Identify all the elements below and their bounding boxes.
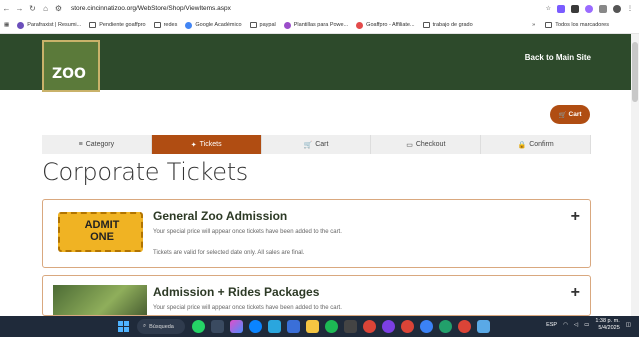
page-title: Corporate Tickets	[42, 158, 249, 186]
all-bookmarks-item[interactable]: Todos los marcadores	[545, 22, 609, 28]
lock-icon: 🔒	[517, 141, 527, 149]
bookmark-item[interactable]: paypal	[249, 22, 276, 28]
site-header: ZOO Back to Main Site	[0, 34, 631, 92]
bookmark-item[interactable]: Plantillas para Powe...	[283, 21, 348, 29]
bookmark-favicon-icon	[185, 21, 193, 29]
url-field[interactable]: store.cincinnatizoo.org/WebStore/Shop/Vi…	[71, 5, 231, 12]
folder-icon	[153, 22, 161, 28]
folder-icon	[422, 22, 430, 28]
windows-taskbar: ⌕ Búsqueda ESP ◠ ◁ ▭ 1:38 p. m. 5/4/2025…	[0, 316, 639, 337]
product-title[interactable]: Admission + Rides Packages	[153, 285, 319, 299]
extensions-puzzle-icon[interactable]	[599, 4, 607, 13]
back-to-main-site-link[interactable]: Back to Main Site	[525, 53, 591, 62]
bookmark-favicon-icon	[17, 21, 25, 29]
language-indicator[interactable]: ESP	[546, 322, 557, 328]
zoo-logo[interactable]: ZOO	[42, 40, 100, 92]
edge-icon[interactable]	[249, 320, 262, 333]
cart-button-label: Cart	[568, 111, 582, 118]
forward-arrow-icon[interactable]: →	[13, 4, 26, 13]
chrome-profile-icon[interactable]	[439, 320, 452, 333]
card-icon: ▭	[406, 141, 413, 149]
bookmark-item[interactable]: Pendiente goaffpro	[89, 22, 146, 28]
word-icon[interactable]	[287, 320, 300, 333]
folder-icon	[545, 22, 553, 28]
apps-grid-icon[interactable]: ▦	[4, 22, 9, 28]
chrome-profile-icon[interactable]	[382, 320, 395, 333]
admit-one-ticket-image: ADMIT ONE	[58, 212, 143, 252]
bookmark-item[interactable]: trabajo de grado	[422, 22, 473, 28]
extension-icon[interactable]	[571, 4, 579, 13]
chrome-icon[interactable]	[458, 320, 471, 333]
system-tray: ESP ◠ ◁ ▭ 1:38 p. m. 5/4/2025 ◫	[546, 318, 631, 332]
chrome-profile-icon[interactable]	[420, 320, 433, 333]
clock[interactable]: 1:38 p. m. 5/4/2025	[595, 318, 619, 332]
notifications-icon[interactable]: ◫	[626, 322, 631, 328]
extension-icon[interactable]	[557, 4, 565, 13]
expand-plus-icon[interactable]: +	[571, 208, 580, 226]
expand-plus-icon[interactable]: +	[571, 284, 580, 302]
bookmark-item[interactable]: Google Académico	[185, 21, 242, 29]
product-card-general-admission[interactable]: ADMIT ONE General Zoo Admission Your spe…	[42, 199, 591, 268]
extension-icon[interactable]	[585, 4, 593, 13]
task-view-icon[interactable]	[211, 320, 224, 333]
copilot-icon[interactable]	[230, 320, 243, 333]
reload-icon[interactable]: ↻	[26, 4, 39, 13]
product-card-admission-rides[interactable]: Admission + Rides Packages Your special …	[42, 275, 591, 316]
checkout-steps: ≡ Category ✦ Tickets 🛒 Cart ▭ Checkout 🔒 Conf…	[42, 135, 591, 154]
logo-text: ZOO	[52, 66, 86, 82]
folder-icon	[249, 22, 257, 28]
site-info-icon[interactable]: ⚙	[52, 4, 65, 13]
cart-button[interactable]: 🛒 Cart	[550, 105, 590, 124]
wifi-icon[interactable]: ◠	[563, 322, 568, 328]
bookmarks-bar: ▦ Parafraxist | Resumi... Pendiente goaf…	[0, 17, 639, 34]
browser-address-bar: ← → ↻ ⌂ ⚙ store.cincinnatizoo.org/WebSto…	[0, 0, 639, 17]
step-checkout[interactable]: ▭ Checkout	[371, 135, 482, 154]
step-category[interactable]: ≡ Category	[42, 135, 152, 154]
bookmark-favicon-icon	[356, 21, 364, 29]
ticket-image-text: ADMIT ONE	[84, 219, 120, 243]
cart-icon: 🛒	[558, 111, 567, 119]
menu-kebab-icon[interactable]: ⋮	[627, 5, 633, 12]
list-icon: ≡	[78, 141, 83, 148]
file-explorer-icon[interactable]	[306, 320, 319, 333]
product-price-note: Your special price will appear once tick…	[153, 305, 342, 311]
bookmark-item[interactable]: Parafraxist | Resumi...	[17, 21, 81, 29]
bookmark-item[interactable]: Goaffpro - Affiliate...	[356, 21, 415, 29]
product-price-note: Your special price will appear once tick…	[153, 229, 342, 235]
chrome-icon[interactable]	[401, 320, 414, 333]
rides-package-image	[53, 285, 147, 315]
bookmark-favicon-icon	[283, 21, 291, 29]
bookmark-star-icon[interactable]: ☆	[546, 5, 551, 12]
ticket-icon: ✦	[190, 141, 197, 149]
home-icon[interactable]: ⌂	[39, 4, 52, 13]
cart-icon: 🛒	[303, 141, 313, 149]
folder-icon	[89, 22, 97, 28]
taskbar-apps	[192, 320, 490, 333]
page-scrollbar[interactable]	[631, 34, 639, 316]
step-cart[interactable]: 🛒 Cart	[261, 135, 372, 154]
app-icon[interactable]	[477, 320, 490, 333]
back-arrow-icon[interactable]: ←	[0, 4, 13, 13]
windows-start-icon[interactable]	[118, 321, 129, 332]
battery-icon[interactable]: ▭	[584, 322, 589, 328]
calculator-icon[interactable]	[344, 320, 357, 333]
product-validity-note: Tickets are valid for selected date only…	[153, 250, 305, 256]
spotify-icon[interactable]	[325, 320, 338, 333]
scrollbar-thumb[interactable]	[632, 42, 638, 102]
product-title[interactable]: General Zoo Admission	[153, 209, 287, 223]
chrome-icon[interactable]	[363, 320, 376, 333]
volume-icon[interactable]: ◁	[574, 322, 578, 328]
telegram-icon[interactable]	[268, 320, 281, 333]
step-confirm[interactable]: 🔒 Confirm	[481, 135, 591, 154]
step-tickets[interactable]: ✦ Tickets	[151, 135, 262, 154]
taskbar-search[interactable]: ⌕ Búsqueda	[137, 319, 185, 334]
bookmark-item[interactable]: redes	[153, 22, 177, 28]
search-icon: ⌕	[143, 323, 147, 329]
whatsapp-icon[interactable]	[192, 320, 205, 333]
more-bookmarks-icon[interactable]: »	[532, 22, 535, 28]
profile-avatar-icon[interactable]	[613, 4, 621, 13]
